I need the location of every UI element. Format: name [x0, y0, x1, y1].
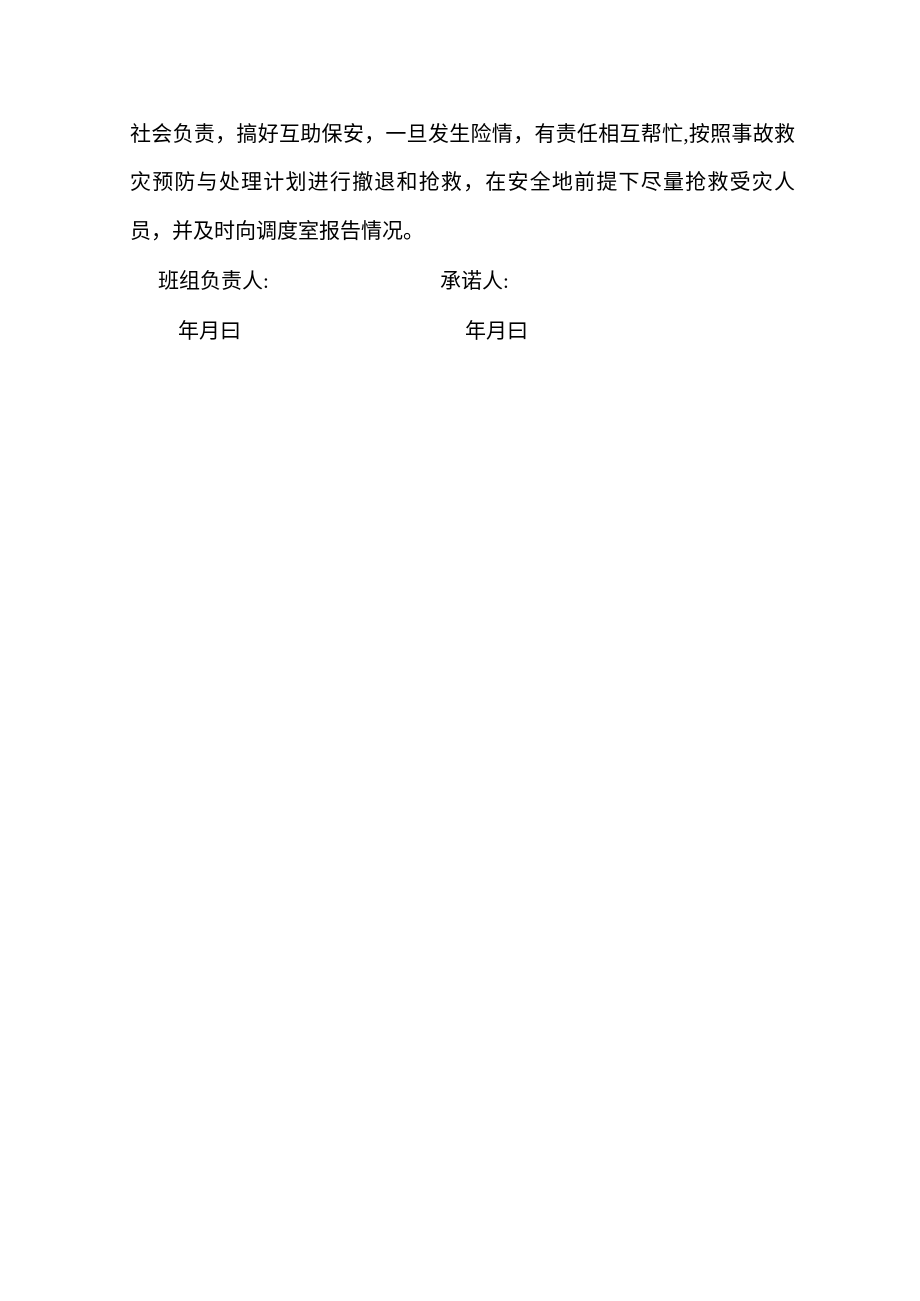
signature-row: 班组负责人: 承诺人:	[130, 257, 795, 305]
paragraph-body: 社会负责，搞好互助保安，一旦发生险情，有责任相互帮忙,按照事故救灾预防与处理计划…	[130, 110, 795, 255]
date-right: 年月曰	[465, 307, 528, 355]
date-left: 年月曰	[130, 307, 465, 355]
leader-signature-label: 班组负责人:	[130, 257, 440, 305]
document-content: 社会负责，搞好互助保安，一旦发生险情，有责任相互帮忙,按照事故救灾预防与处理计划…	[130, 110, 795, 355]
date-row: 年月曰 年月曰	[130, 307, 795, 355]
promiser-signature-label: 承诺人:	[440, 257, 509, 305]
